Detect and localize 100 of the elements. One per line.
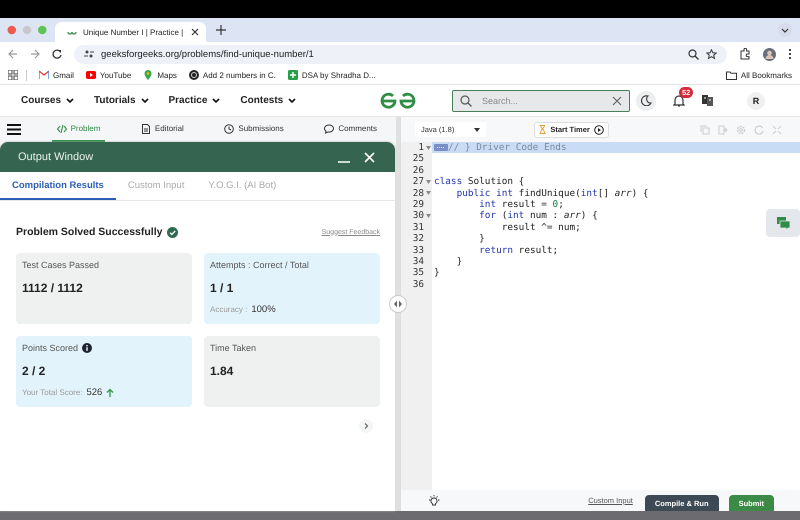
back-icon[interactable]: [8, 49, 18, 59]
forward-icon[interactable]: [30, 49, 40, 59]
code-line[interactable]: }: [434, 233, 485, 245]
fold-arrow-icon[interactable]: [426, 214, 430, 218]
all-bookmarks[interactable]: All Bookmarks: [726, 70, 792, 80]
chat-icon[interactable]: [766, 209, 800, 237]
card-label: Attempts : Correct / Total: [210, 260, 309, 270]
note-value: 526: [86, 387, 102, 398]
plus-square-icon: [288, 70, 298, 80]
map-pin-icon: [143, 70, 154, 80]
code-line[interactable]: class Solution {: [434, 176, 524, 188]
site-settings-icon[interactable]: [84, 49, 94, 59]
mail-icon: [39, 70, 49, 80]
tab-list-icon[interactable]: [778, 23, 792, 37]
bookmark[interactable]: Gmail: [39, 70, 74, 80]
search-bar[interactable]: Search...: [452, 90, 630, 112]
caret-icon: [474, 128, 480, 132]
bookmark[interactable]: Add 2 numbers in C.: [188, 70, 276, 80]
problem-tab[interactable]: Submissions: [219, 117, 289, 142]
line-number: 30: [412, 210, 424, 222]
code-line[interactable]: return result;: [434, 244, 558, 256]
clock-icon: [224, 124, 234, 134]
speech-bubble-icon: [324, 124, 334, 134]
line-number: 27: [412, 176, 424, 188]
chevron-down-icon: [288, 98, 296, 104]
dark-mode-button[interactable]: [636, 90, 656, 110]
extensions-icon[interactable]: [739, 48, 751, 60]
chevron-down-icon: [66, 98, 74, 104]
chevron-down-icon: [140, 98, 148, 104]
info-icon[interactable]: [82, 343, 92, 353]
window-controls-icon[interactable]: [7, 25, 47, 35]
card-label: Test Cases Passed: [22, 260, 100, 270]
site-logo-icon: [67, 29, 77, 35]
code-line[interactable]: public int findUnique(int[] arr) {: [434, 188, 649, 199]
fold-arrow-icon[interactable]: [426, 191, 430, 196]
note-label: Accuracy :: [210, 305, 248, 314]
circle-logo-icon: [188, 70, 199, 80]
star-icon[interactable]: [706, 48, 717, 60]
line-number: 33: [412, 244, 424, 256]
browser-tab[interactable]: Unique Number I | Practice |: [55, 22, 206, 42]
hourglass-icon: [539, 125, 546, 134]
user-avatar[interactable]: R: [747, 92, 765, 110]
resize-handle-icon[interactable]: [389, 295, 407, 313]
bulb-icon[interactable]: [428, 494, 440, 506]
card-value: 1112 / 1112: [22, 281, 84, 295]
code-line[interactable]: }: [434, 267, 440, 279]
folded-code-icon[interactable]: [434, 144, 448, 152]
moon-icon: [640, 95, 652, 106]
line-number: 29: [412, 198, 424, 210]
line-number: 35: [412, 267, 424, 279]
code-line[interactable]: result ^= num;: [434, 222, 581, 234]
bookmark[interactable]: YouTube: [86, 70, 132, 80]
site-logo-icon[interactable]: [380, 92, 416, 110]
address-bar[interactable]: geeksforgeeks.org/problems/find-unique-number/1: [74, 44, 727, 64]
folder-icon: [726, 70, 737, 80]
nav-menu[interactable]: Courses: [21, 95, 74, 106]
card-value: 1 / 1: [210, 281, 234, 295]
problem-tab[interactable]: Comments: [319, 117, 382, 142]
line-number: 25: [412, 153, 424, 165]
result-status: Problem Solved Successfully: [16, 226, 162, 238]
line-number: 36: [412, 278, 424, 290]
bell-icon[interactable]: [673, 94, 685, 107]
card-label: Time Taken: [210, 343, 256, 353]
problem-tab[interactable]: Editorial: [136, 117, 189, 142]
play-circle-icon: [594, 124, 604, 134]
check-circle-icon: [167, 226, 178, 238]
nav-menu[interactable]: Tutorials: [94, 95, 148, 106]
clear-icon[interactable]: [612, 96, 622, 106]
nav-menu[interactable]: Practice: [168, 95, 220, 106]
new-tab-icon[interactable]: [216, 25, 226, 35]
line-number: 32: [412, 233, 424, 245]
nav-menu[interactable]: Contests: [240, 95, 296, 106]
document-icon: [140, 124, 151, 134]
chevron-right-icon[interactable]: [359, 419, 373, 433]
line-number: 34: [412, 256, 424, 268]
apps-grid-icon[interactable]: [8, 70, 18, 80]
more-icon[interactable]: [788, 48, 792, 60]
code-icon: [56, 124, 67, 134]
line-number: 26: [412, 164, 424, 176]
url-text: geeksforgeeks.org/problems/find-unique-number/1: [101, 48, 314, 60]
output-tab[interactable]: Compilation Results: [0, 172, 116, 200]
card-label: Points Scored: [22, 343, 78, 353]
note-value: 100%: [251, 304, 276, 315]
note-label: Your Total Score:: [22, 388, 82, 397]
bookmark[interactable]: DSA by Shradha D...: [288, 70, 376, 80]
play-icon: [86, 70, 96, 80]
code-line[interactable]: for (int num : arr) {: [434, 210, 598, 222]
close-icon[interactable]: [191, 28, 199, 36]
code-line[interactable]: int result = 0;: [434, 198, 564, 210]
search-field[interactable]: Search...: [480, 94, 604, 106]
profile-avatar-icon[interactable]: [763, 48, 776, 60]
fold-arrow-icon[interactable]: [426, 180, 430, 184]
menu-icon[interactable]: [7, 124, 21, 135]
fold-arrow-icon[interactable]: [426, 146, 430, 150]
window-title: Output Window: [18, 151, 94, 163]
chevron-down-icon: [212, 98, 220, 104]
code-line[interactable]: }: [434, 256, 462, 268]
bookmark[interactable]: Maps: [143, 70, 177, 80]
reload-icon[interactable]: [52, 49, 62, 59]
zoom-icon[interactable]: [688, 48, 699, 60]
